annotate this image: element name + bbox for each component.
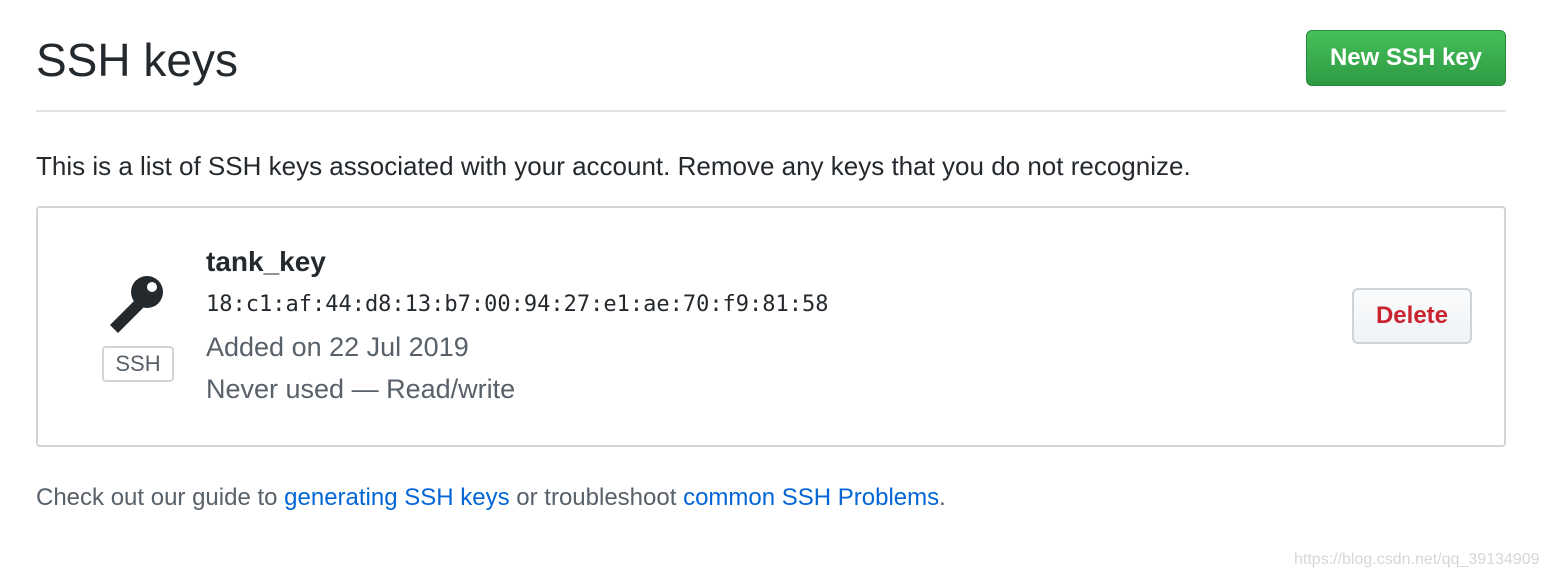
- key-usage-status: Never used — Read/write: [206, 374, 516, 404]
- header-divider: [36, 110, 1506, 112]
- intro-text: This is a list of SSH keys associated wi…: [36, 151, 1191, 181]
- common-ssh-problems-link[interactable]: common SSH Problems: [683, 484, 939, 511]
- key-icon: [106, 272, 168, 334]
- ssh-key-list-item: [36, 206, 1506, 447]
- key-fingerprint: 18:c1:af:44:d8:13:b7:00:94:27:e1:ae:70:f…: [206, 292, 829, 317]
- key-added-date: Added on 22 Jul 2019: [206, 332, 469, 362]
- generating-ssh-keys-link[interactable]: generating SSH keys: [284, 484, 509, 511]
- delete-key-button[interactable]: Delete: [1352, 288, 1472, 344]
- ssh-type-label: SSH: [102, 346, 174, 382]
- guide-middle: or troubleshoot: [509, 484, 684, 511]
- guide-prefix: Check out our guide to: [36, 484, 285, 511]
- key-title: tank_key: [206, 246, 326, 277]
- watermark: https://blog.csdn.net/qq_39134909: [1294, 551, 1540, 568]
- guide-suffix: .: [939, 484, 946, 511]
- guide-text: Check out our guide to generating SSH ke…: [36, 482, 946, 514]
- page-title: SSH keys: [36, 34, 238, 86]
- new-ssh-key-button[interactable]: New SSH key: [1306, 30, 1506, 86]
